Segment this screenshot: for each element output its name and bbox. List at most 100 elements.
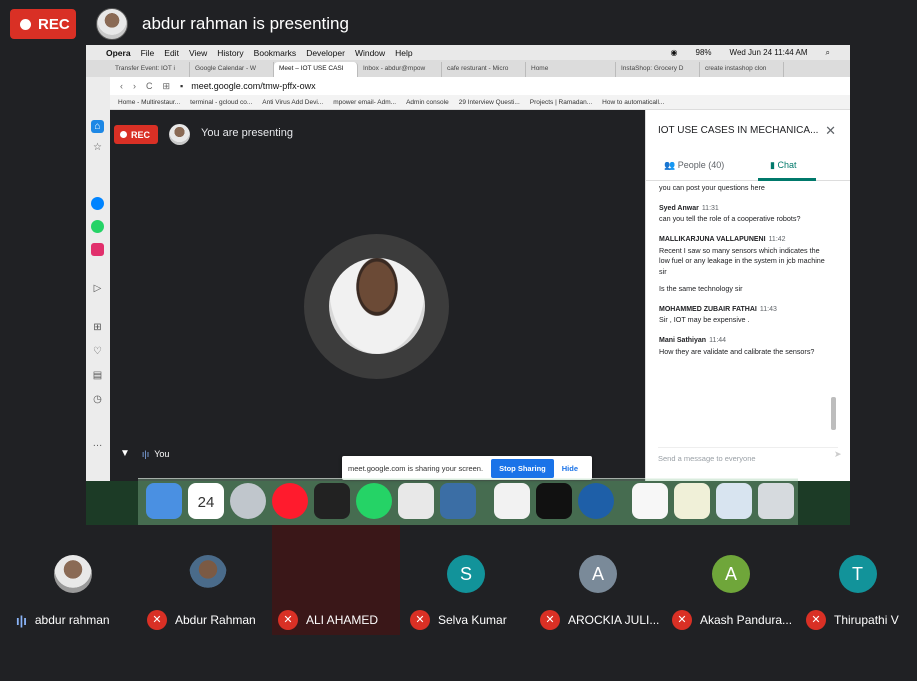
participant-tile[interactable]: S ✕ Selva Kumar <box>400 525 532 635</box>
tab-inbox[interactable]: Inbox - abdur@mpow <box>358 62 442 77</box>
meet-recording-badge: REC <box>114 125 158 144</box>
tab-people[interactable]: 👥 People (40) <box>664 160 724 171</box>
clock-icon[interactable]: ◷ <box>91 393 104 406</box>
menu-developer[interactable]: Developer <box>306 48 345 58</box>
tab-instashop[interactable]: InstaShop: Grocery D <box>616 62 700 77</box>
menu-view[interactable]: View <box>189 48 207 58</box>
chat-panel: IOT USE CASES IN MECHANICA... ✕ 👥 People… <box>645 110 850 481</box>
more-icon[interactable]: … <box>91 437 104 450</box>
recording-badge: REC <box>10 9 76 39</box>
stop-sharing-button[interactable]: Stop Sharing <box>491 458 554 478</box>
whatsapp-icon[interactable] <box>91 220 104 233</box>
bookmarks-bar: Home - Multirestaur... terminal - gcloud… <box>110 95 850 110</box>
tab-transfer-event[interactable]: Transfer Event: IOT i <box>110 62 190 77</box>
tab-meet[interactable]: Meet – IOT USE CASI <box>274 62 358 77</box>
participant-tile[interactable]: T ✕ Thirupathi V <box>798 525 917 635</box>
reload-icon[interactable]: C <box>146 81 153 91</box>
meeting-title: IOT USE CASES IN MECHANICA... <box>658 125 819 136</box>
opera-icon[interactable] <box>272 483 308 519</box>
calendar-icon[interactable]: 24 <box>188 483 224 519</box>
document-icon[interactable] <box>494 483 530 519</box>
file-icon[interactable] <box>632 483 668 519</box>
participant-name: Thirupathi V <box>834 613 899 627</box>
bookmark-item[interactable]: mpower email- Adm... <box>333 99 396 106</box>
participant-name-row: ✕ Abdur Rahman <box>147 610 256 630</box>
heart-icon[interactable]: ♡ <box>91 345 104 358</box>
menu-bookmarks[interactable]: Bookmarks <box>254 48 297 58</box>
close-icon[interactable]: ✕ <box>825 123 836 139</box>
trash-icon[interactable] <box>758 483 794 519</box>
bookmark-item[interactable]: How to automaticall... <box>602 99 664 106</box>
menu-help[interactable]: Help <box>395 48 412 58</box>
chat-message: MOHAMMED ZUBAIR FATHAI 11:43 Sir , IOT ma… <box>659 305 829 326</box>
url-text[interactable]: meet.google.com/tmw-pffx-owx <box>191 81 315 91</box>
grid-icon[interactable]: ⊞ <box>91 321 104 334</box>
address-bar[interactable]: ‹ › C ⊞ ▪ meet.google.com/tmw-pffx-owx <box>110 77 850 95</box>
wifi-icon[interactable]: ◉ <box>671 48 678 57</box>
back-icon[interactable]: ‹ <box>120 81 123 91</box>
tab-chat[interactable]: ▮ Chat <box>770 160 796 171</box>
search-icon[interactable]: ⌕ <box>826 48 830 58</box>
news-icon[interactable]: ▤ <box>91 369 104 382</box>
terminal-icon[interactable] <box>536 483 572 519</box>
home-icon[interactable]: ⌂ <box>91 120 104 133</box>
quicktime-icon[interactable] <box>578 483 614 519</box>
bookmark-item[interactable]: Admin console <box>406 99 449 106</box>
menu-history[interactable]: History <box>217 48 243 58</box>
menu-window[interactable]: Window <box>355 48 385 58</box>
meet-main: REC You are presenting ▼ ı|ı You <box>110 110 645 481</box>
bookmark-item[interactable]: 29 Interview Questi... <box>459 99 520 106</box>
messenger-icon[interactable] <box>91 197 104 210</box>
menu-file[interactable]: File <box>141 48 155 58</box>
instagram-icon[interactable] <box>91 243 104 256</box>
screenshot-icon[interactable] <box>674 483 710 519</box>
presenter-bar: REC abdur rahman is presenting <box>0 0 917 48</box>
chat-input[interactable]: Send a message to everyone <box>658 447 838 463</box>
message-text: Recent I saw so many sensors which indic… <box>659 245 825 277</box>
bookmark-item[interactable]: Projects | Ramadan... <box>530 99 592 106</box>
grid-icon[interactable]: ⊞ <box>163 81 171 92</box>
bookmark-item[interactable]: terminal - gcloud co... <box>190 99 252 106</box>
participant-tile[interactable]: ✕ Abdur Rahman <box>145 525 270 635</box>
message-sender: Syed Anwar <box>659 204 699 212</box>
participant-name: AROCKIA JULI... <box>568 613 660 627</box>
activity-monitor-icon[interactable] <box>314 483 350 519</box>
tab-cafe[interactable]: cafe resturant - Micro <box>442 62 526 77</box>
textedit-icon[interactable] <box>398 483 434 519</box>
participant-tile[interactable]: ✕ ALI AHAMED <box>272 525 400 635</box>
play-icon[interactable]: ▷ <box>91 282 104 295</box>
participant-name-row: ✕ ALI AHAMED <box>278 610 378 630</box>
window-icon[interactable] <box>716 483 752 519</box>
participant-name: ALI AHAMED <box>306 613 379 627</box>
pin-icon[interactable]: ▼ <box>120 448 130 459</box>
preview-icon[interactable] <box>440 483 476 519</box>
participant-name: Akash Pandura... <box>700 613 793 627</box>
mac-status-area: ◉ 98% Wed Jun 24 11:44 AM ⌕ <box>663 45 840 60</box>
whatsapp-icon[interactable] <box>356 483 392 519</box>
tab-google-calendar[interactable]: Google Calendar - W <box>190 62 274 77</box>
participant-tile[interactable]: A ✕ Akash Pandura... <box>664 525 798 635</box>
bookmark-item[interactable]: Anti Virus Add Devi... <box>262 99 323 106</box>
chat-scrollbar[interactable] <box>831 397 836 430</box>
send-icon[interactable]: ➤ <box>834 449 842 460</box>
launchpad-icon[interactable] <box>230 483 266 519</box>
hide-button[interactable]: Hide <box>562 464 578 473</box>
calendar-day: 24 <box>197 494 215 511</box>
chat-tab-label: Chat <box>777 160 797 170</box>
tab-create-instashop[interactable]: create instashop clon <box>700 62 784 77</box>
bookmark-item[interactable]: Home - Multirestaur... <box>118 99 180 106</box>
menu-edit[interactable]: Edit <box>164 48 179 58</box>
mic-off-icon: ✕ <box>672 610 692 630</box>
forward-icon[interactable]: › <box>133 81 136 91</box>
participant-tile[interactable]: ı|ı abdur rahman <box>0 525 145 635</box>
participant-tile[interactable]: A ✕ AROCKIA JULI... <box>532 525 664 635</box>
participant-name: Abdur Rahman <box>175 613 256 627</box>
participant-name: abdur rahman <box>34 613 110 627</box>
tab-home[interactable]: Home <box>526 62 616 77</box>
mic-off-icon: ✕ <box>147 610 167 630</box>
star-icon[interactable]: ☆ <box>91 141 104 154</box>
finder-icon[interactable] <box>146 483 182 519</box>
menu-opera[interactable]: Opera <box>106 48 131 58</box>
participant-strip: ı|ı abdur rahman ✕ Abdur Rahman ✕ ALI AH… <box>0 525 917 635</box>
mic-off-icon: ✕ <box>540 610 560 630</box>
